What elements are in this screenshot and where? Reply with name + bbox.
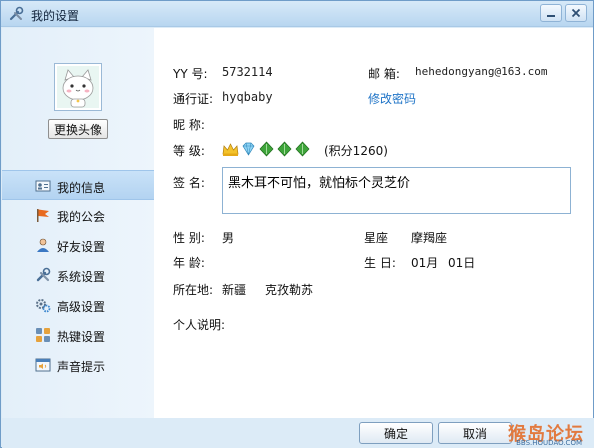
sidebar-item-friend-settings[interactable]: 好友设置 <box>2 230 154 260</box>
cat-avatar-icon <box>57 66 99 108</box>
ok-button[interactable]: 确定 <box>359 422 433 444</box>
email-value: hehedongyang@163.com <box>415 65 548 78</box>
birthday-label: 生 日: <box>364 256 396 270</box>
level-points: (积分1260) <box>324 144 388 158</box>
diamond-icon <box>242 142 255 156</box>
flag-icon <box>37 209 49 222</box>
change-password-link[interactable]: 修改密码 <box>368 90 416 107</box>
location-province: 新疆 <box>222 283 247 297</box>
sidebar-item-my-guild[interactable]: 我的公会 <box>2 200 154 230</box>
nickname-label: 昵 称: <box>173 118 205 132</box>
passport-label: 通行证: <box>173 92 214 106</box>
birthday-month: 01月 <box>411 256 439 270</box>
minimize-icon <box>547 15 555 17</box>
age-label: 年 龄: <box>173 256 205 270</box>
card-icon <box>35 180 51 192</box>
passport-value: hyqbaby <box>222 90 273 104</box>
title-bar: 我的设置 <box>1 1 593 27</box>
sidebar: 更换头像 我的信息 我的公会 好友设置 系统设置 高级设置 热键设置 声音提示 <box>2 28 154 418</box>
avatar <box>54 63 102 111</box>
minimize-button[interactable] <box>540 4 562 22</box>
sidebar-item-label: 高级设置 <box>57 300 106 314</box>
level-label: 等 级: <box>173 144 205 158</box>
bio-label: 个人说明: <box>173 318 226 332</box>
window-title: 我的设置 <box>31 9 80 23</box>
birthday-day: 01日 <box>448 256 476 270</box>
sidebar-item-hotkey-settings[interactable]: 热键设置 <box>2 320 154 350</box>
leaf-icon <box>277 141 292 157</box>
gender-label: 性 别: <box>173 231 205 245</box>
sidebar-item-system-settings[interactable]: 系统设置 <box>2 260 154 290</box>
sidebar-item-label: 好友设置 <box>57 240 106 254</box>
sidebar-item-label: 热键设置 <box>57 330 106 344</box>
person-icon <box>37 238 49 252</box>
level-badges <box>222 141 311 157</box>
close-button[interactable] <box>565 4 587 22</box>
sidebar-item-label: 我的公会 <box>57 210 106 224</box>
tools-icon <box>9 6 24 21</box>
sidebar-item-label: 系统设置 <box>57 270 106 284</box>
settings-window: 我的设置 更换头像 我的信息 我的公会 好友设置 系统设置 高级设置 热键设置 … <box>0 0 594 448</box>
tools-icon <box>36 267 51 282</box>
settings-nav: 我的信息 我的公会 好友设置 系统设置 高级设置 热键设置 声音提示 <box>2 170 154 380</box>
sound-icon <box>35 358 51 372</box>
email-label: 邮 箱: <box>368 67 400 81</box>
sidebar-item-label: 声音提示 <box>57 360 106 374</box>
crown-icon <box>222 143 239 156</box>
leaf-icon <box>259 141 274 157</box>
constellation-label: 星座 <box>364 231 389 245</box>
close-icon <box>571 8 581 18</box>
dialog-footer: 确定 取消 猴岛论坛 BBS.HOUDAO.COM <box>2 418 594 448</box>
location-label: 所在地: <box>173 283 214 297</box>
sidebar-item-sound-alerts[interactable]: 声音提示 <box>2 350 154 380</box>
gears-icon <box>36 299 51 313</box>
sidebar-item-my-info[interactable]: 我的信息 <box>2 170 154 200</box>
sidebar-item-advanced-settings[interactable]: 高级设置 <box>2 290 154 320</box>
sidebar-item-label: 我的信息 <box>57 181 106 195</box>
yy-number-value: 5732114 <box>222 65 273 79</box>
gender-value: 男 <box>222 231 235 245</box>
watermark: 猴岛论坛 BBS.HOUDAO.COM <box>498 420 590 447</box>
profile-panel: YY 号: 5732114 邮 箱: hehedongyang@163.com … <box>154 28 593 418</box>
constellation-value: 摩羯座 <box>411 231 448 245</box>
keyboard-icon <box>36 328 50 342</box>
signature-label: 签 名: <box>173 176 205 190</box>
watermark-sub: BBS.HOUDAO.COM <box>516 439 582 447</box>
yy-number-label: YY 号: <box>173 67 208 81</box>
signature-input[interactable]: 黑木耳不可怕，就怕标个灵芝价 <box>222 167 571 214</box>
leaf-icon <box>295 141 310 157</box>
location-city: 克孜勒苏 <box>265 283 314 297</box>
change-avatar-button[interactable]: 更换头像 <box>48 119 108 139</box>
